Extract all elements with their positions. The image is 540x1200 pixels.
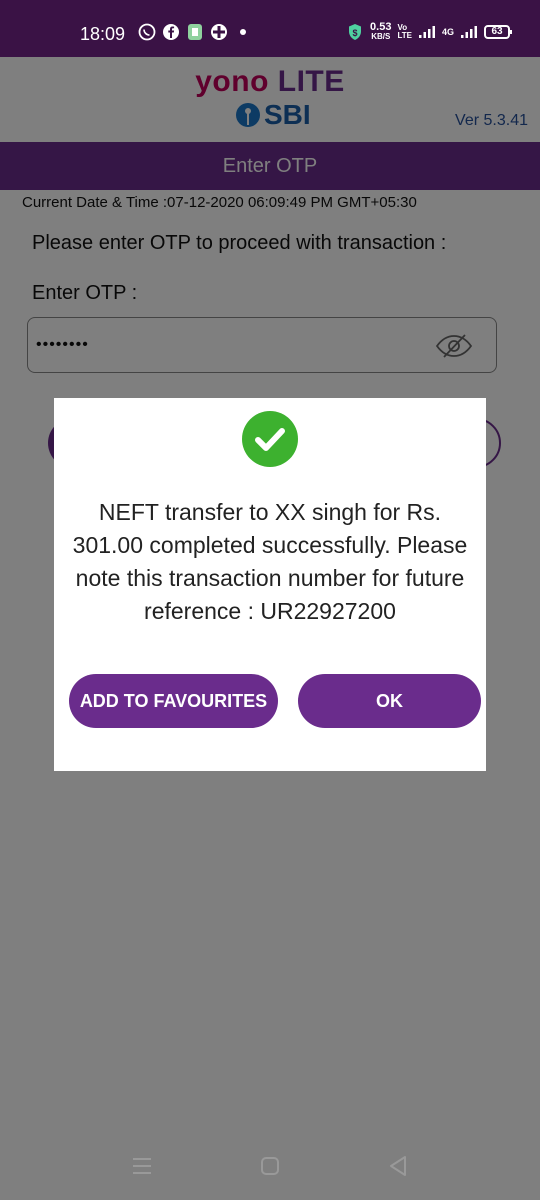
status-time: 18:09 <box>80 24 126 44</box>
success-dialog: NEFT transfer to XX singh for Rs. 301.00… <box>54 398 486 771</box>
shield-icon: $ <box>346 23 364 41</box>
signal-icon <box>460 23 478 41</box>
dot-icon <box>234 23 252 41</box>
system-icons: $ 0.53 KB/S Vo LTE 4G 63 <box>346 21 512 42</box>
notification-icons <box>138 23 252 41</box>
battery-icon: 63 <box>484 25 512 39</box>
signal-icon <box>418 23 436 41</box>
svg-text:$: $ <box>353 28 358 38</box>
game-icon <box>210 23 228 41</box>
system-nav-bar <box>0 1130 540 1200</box>
back-icon[interactable] <box>386 1154 410 1178</box>
status-bar: 18:09 $ 0.53 KB/S Vo LTE 4G 63 <box>0 0 540 57</box>
whatsapp-icon <box>138 23 156 41</box>
ok-button[interactable]: OK <box>298 674 481 728</box>
network-type: 4G <box>441 27 454 37</box>
home-icon[interactable] <box>258 1154 282 1178</box>
volte-indicator: Vo LTE <box>397 23 412 40</box>
add-to-favourites-button[interactable]: ADD TO FAVOURITES <box>69 674 278 728</box>
recent-apps-icon[interactable] <box>130 1154 154 1178</box>
network-speed: 0.53 KB/S <box>370 21 392 42</box>
check-icon <box>242 411 298 467</box>
facebook-icon <box>162 23 180 41</box>
success-message: NEFT transfer to XX singh for Rs. 301.00… <box>72 499 468 624</box>
app-icon <box>186 23 204 41</box>
